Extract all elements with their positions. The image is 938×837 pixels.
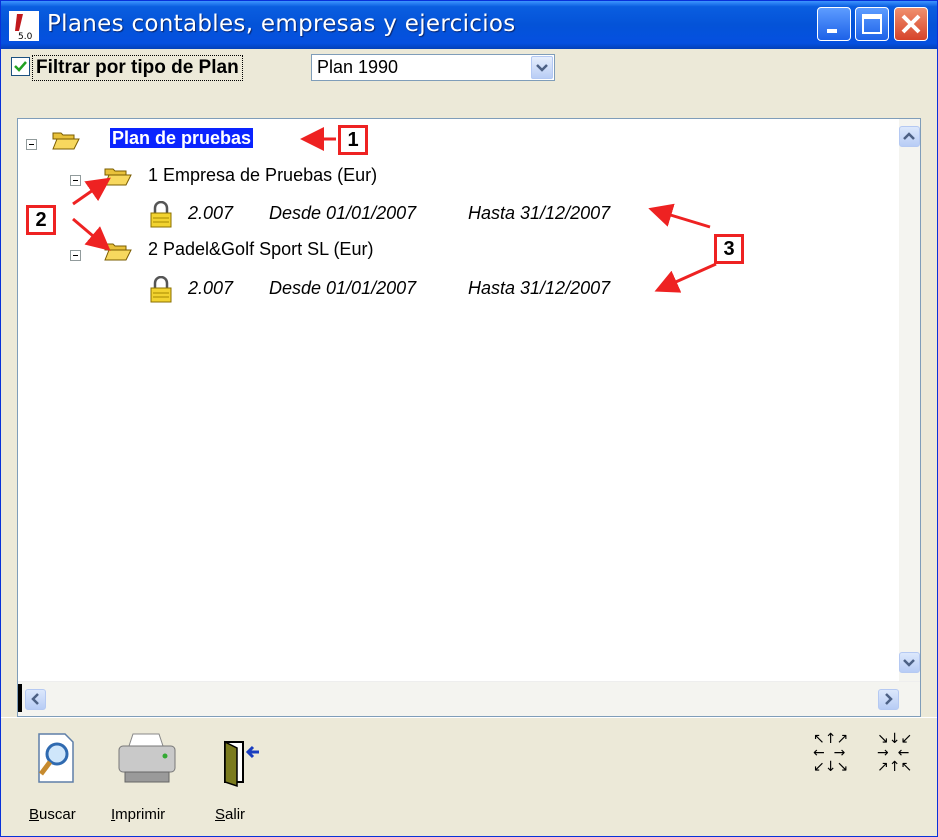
filter-row: Filtrar por tipo de Plan Plan 1990 [1,49,937,91]
salir-label: Salir [215,806,246,823]
expand-all-icon[interactable]: ↖↑↗ ← → ↙↓↘ [813,732,848,774]
scroll-left-button[interactable] [25,689,46,710]
title-bar[interactable]: 5.0 Planes contables, empresas y ejercic… [1,1,937,49]
checkmark-icon [14,61,27,72]
dropdown-button[interactable] [531,56,553,79]
chevron-down-icon [536,64,548,72]
filter-label[interactable]: Filtrar por tipo de Plan [32,55,243,81]
scroll-up-button[interactable] [899,126,920,147]
tree-view[interactable]: Plan de pruebas 1 Empresa de Pruebas (Eu… [17,118,921,717]
close-button[interactable] [894,7,928,41]
plan-select-value: Plan 1990 [317,57,399,77]
app-logo-icon: 5.0 [9,11,39,41]
annotation-marker-1: 1 [338,125,368,155]
horizontal-scrollbar[interactable] [18,681,920,716]
salir-button[interactable]: Salir [215,732,265,832]
annotation-marker-3: 3 [714,234,744,264]
scroll-thumb[interactable] [18,684,22,712]
minimize-button[interactable] [817,7,851,41]
maximize-button[interactable] [855,7,889,41]
annotation-arrows [72,127,717,293]
minimize-icon [827,29,837,33]
collapse-all-icon[interactable]: ↘↓↙ → ← ↗↑↖ [877,732,912,774]
imprimir-button[interactable]: Imprimir [111,732,187,832]
close-icon [901,14,921,34]
bottom-toolbar: Buscar Imprimir Salir ↖↑↗ ← → ↙↓↘ ↘↓↙ → ← ↗↑… [1,717,937,836]
app-window: 5.0 Planes contables, empresas y ejercic… [0,0,938,837]
annotation-marker-2: 2 [26,205,56,235]
window-title: Planes contables, empresas y ejercicios [47,11,516,37]
exit-door-icon [224,740,259,788]
search-icon [38,733,74,783]
vertical-scrollbar[interactable] [899,119,920,681]
maximize-icon [862,14,882,34]
filter-checkbox[interactable] [11,57,30,76]
scroll-down-button[interactable] [899,652,920,673]
printer-icon [118,733,176,783]
buscar-button[interactable]: Buscar [29,732,89,832]
chevron-right-icon [885,693,893,705]
scroll-right-button[interactable] [878,689,899,710]
chevron-up-icon [903,132,915,140]
svg-text:5.0: 5.0 [18,32,33,41]
imprimir-label: Imprimir [111,806,166,823]
chevron-left-icon [31,693,39,705]
chevron-down-icon [903,659,915,667]
plan-type-select[interactable]: Plan 1990 [311,54,555,81]
buscar-label: Buscar [29,806,76,823]
